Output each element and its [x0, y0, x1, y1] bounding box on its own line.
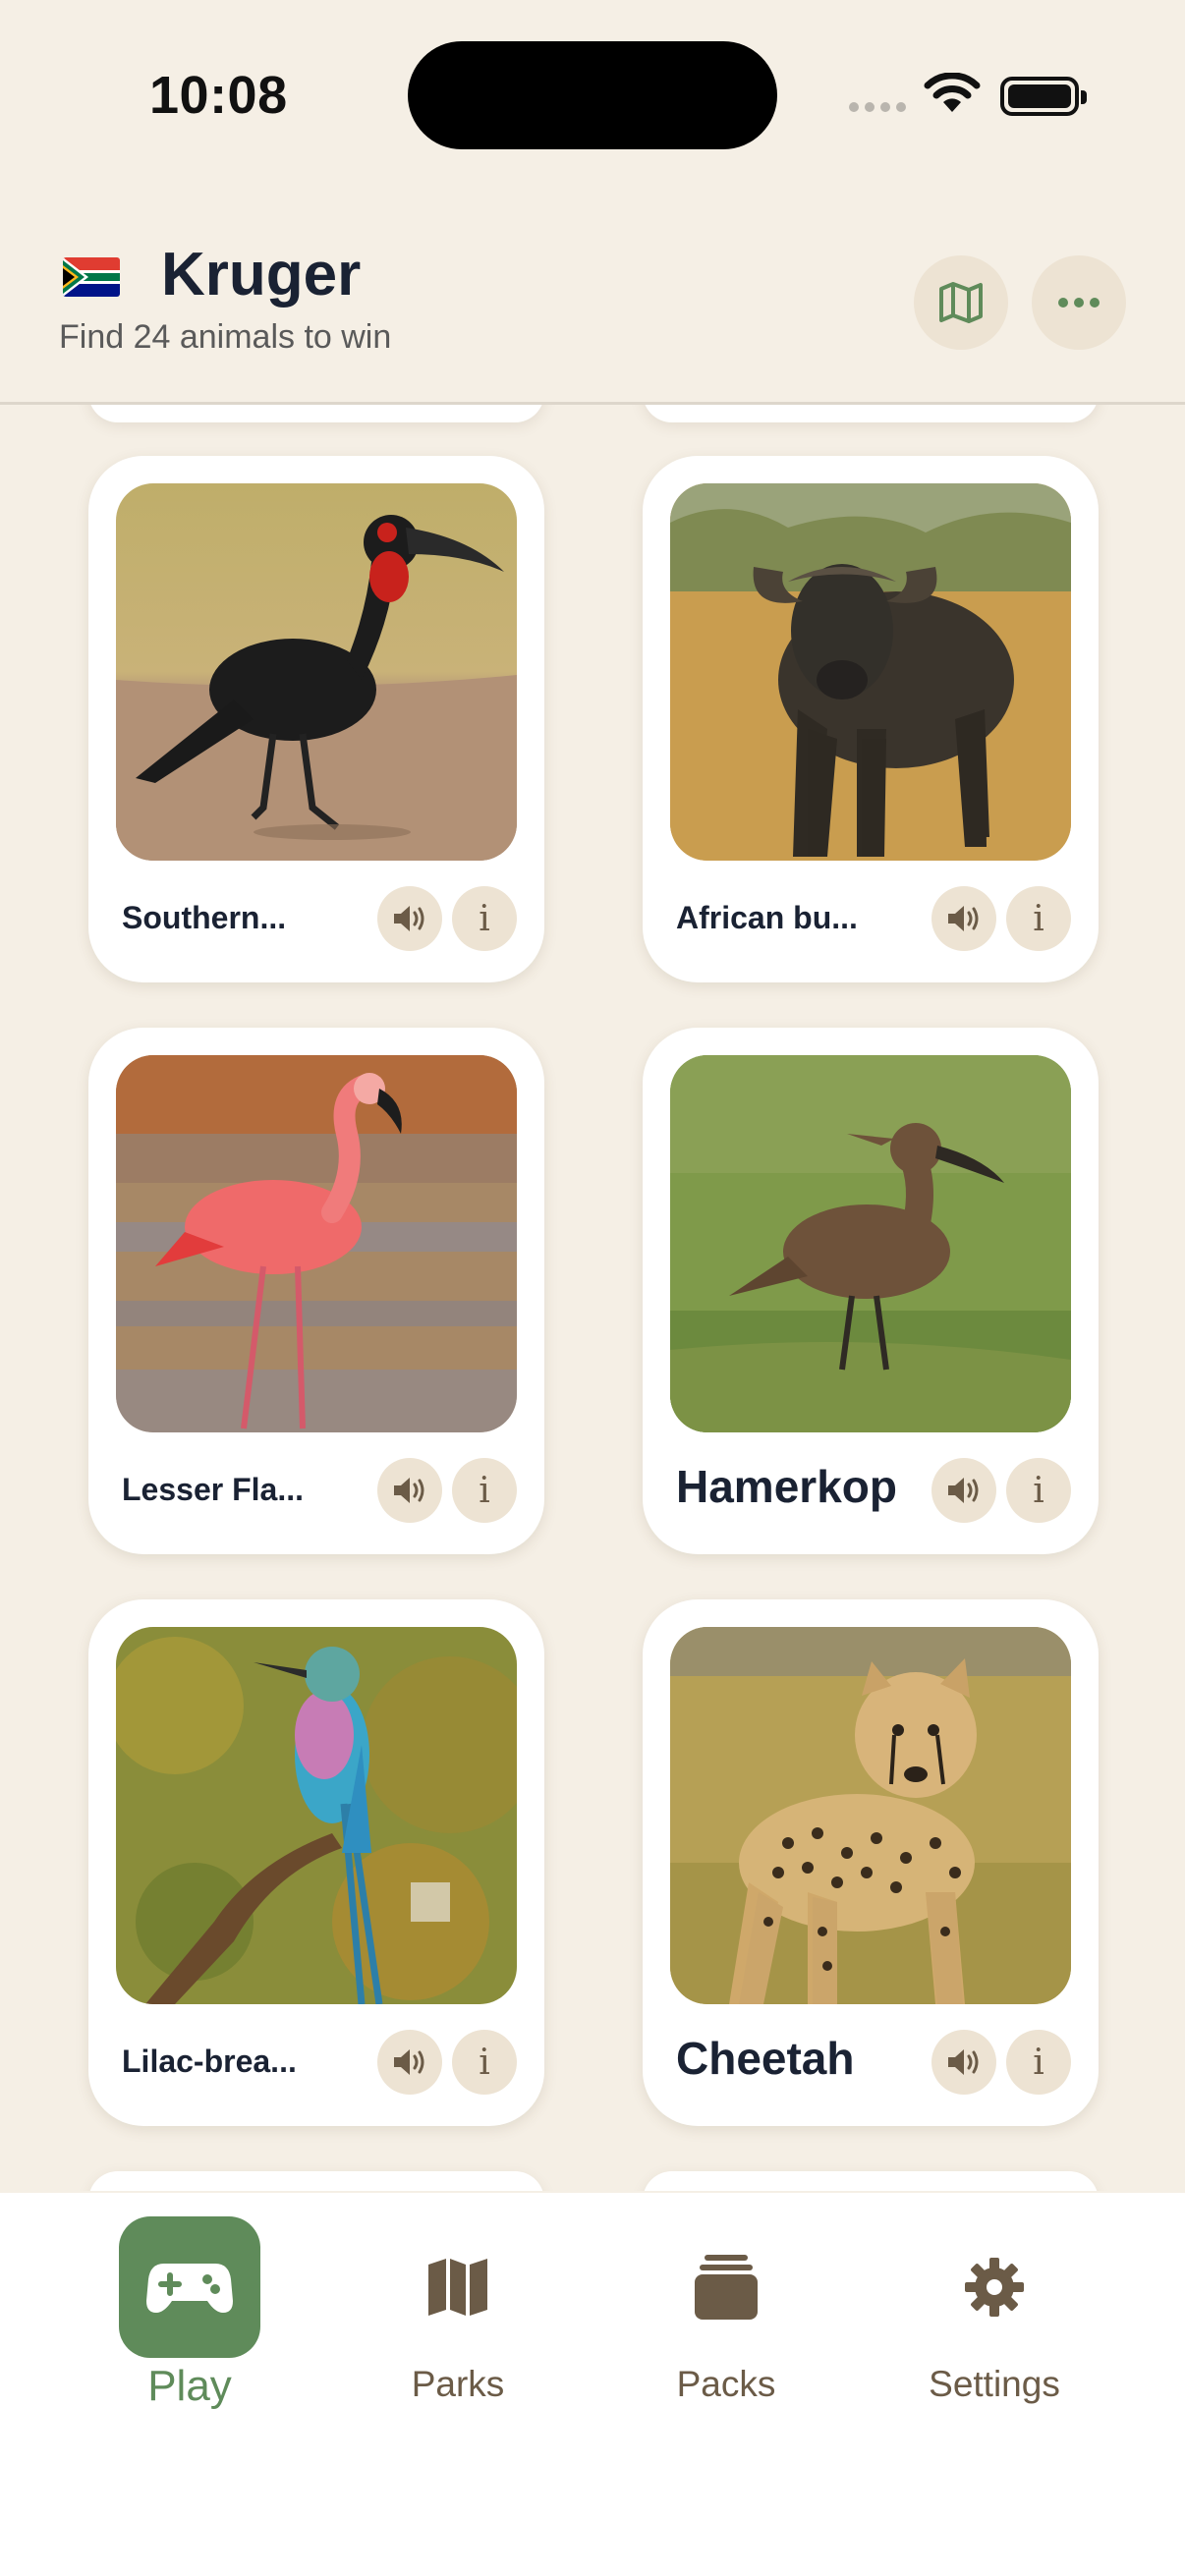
more-options-button[interactable] — [1032, 255, 1126, 350]
speaker-icon — [948, 906, 979, 931]
animal-photo-hamerkop — [670, 1055, 1071, 1432]
animal-photo-hornbill — [116, 483, 517, 861]
speaker-icon — [948, 2049, 979, 2075]
tab-label: Packs — [676, 2364, 776, 2404]
gear-icon — [924, 2216, 1065, 2358]
tab-bar: Play Parks Packs Settings — [0, 2193, 1185, 2576]
speaker-icon — [394, 906, 424, 931]
play-sound-button[interactable] — [377, 886, 442, 951]
info-button[interactable]: i — [452, 1458, 517, 1523]
animal-photo-cheetah — [670, 1627, 1071, 2004]
animal-card[interactable]: Lesser Fla... i — [88, 1028, 544, 1554]
animal-card[interactable]: Hamerkop i — [643, 1028, 1099, 1554]
info-button[interactable]: i — [1006, 1458, 1071, 1523]
card-partial — [88, 403, 544, 422]
info-button[interactable]: i — [1006, 886, 1071, 951]
dynamic-island — [408, 41, 777, 149]
stack-icon — [655, 2216, 797, 2358]
page-subtitle: Find 24 animals to win — [59, 318, 392, 356]
card-partial — [88, 2171, 544, 2191]
tab-play[interactable]: Play — [91, 2216, 288, 2411]
status-time: 10:08 — [149, 66, 288, 125]
battery-icon — [1000, 77, 1087, 116]
south-africa-flag-icon — [63, 257, 120, 297]
animal-name: Southern... — [122, 900, 287, 935]
animal-name: African bu... — [676, 900, 858, 935]
animal-card[interactable]: African bu... i — [643, 456, 1099, 982]
tab-label: Parks — [411, 2364, 505, 2404]
card-partial — [643, 403, 1099, 422]
tab-label: Settings — [929, 2364, 1060, 2404]
animal-photo-flamingo — [116, 1055, 517, 1432]
play-sound-button[interactable] — [377, 2030, 442, 2095]
card-partial — [643, 2171, 1099, 2191]
info-button[interactable]: i — [452, 886, 517, 951]
page-title: Kruger — [161, 241, 362, 308]
animal-name: Lilac-brea... — [122, 2044, 297, 2079]
play-sound-button[interactable] — [931, 2030, 996, 2095]
status-bar: 10:08 — [0, 0, 1185, 196]
speaker-icon — [394, 2049, 424, 2075]
map-icon — [387, 2216, 529, 2358]
animal-grid: Southern... i African bu... i Lesser Fla… — [0, 403, 1185, 2191]
map-button[interactable] — [914, 255, 1008, 350]
animal-photo-buffalo — [670, 483, 1071, 861]
animal-card[interactable]: Cheetah i — [643, 1599, 1099, 2126]
cellular-signal-icon — [849, 102, 906, 112]
tab-label: Play — [147, 2362, 232, 2410]
park-header: Kruger Find 24 animals to win — [0, 196, 1185, 405]
animal-name: Lesser Fla... — [122, 1472, 304, 1507]
animal-name: Cheetah — [676, 2033, 855, 2084]
speaker-icon — [948, 1478, 979, 1503]
tab-parks[interactable]: Parks — [360, 2216, 556, 2405]
animal-card[interactable]: Southern... i — [88, 456, 544, 982]
speaker-icon — [394, 1478, 424, 1503]
animal-name: Hamerkop — [676, 1461, 897, 1512]
more-icon — [1058, 298, 1100, 308]
animal-card[interactable]: Lilac-brea... i — [88, 1599, 544, 2126]
tab-settings[interactable]: Settings — [896, 2216, 1093, 2405]
play-sound-button[interactable] — [377, 1458, 442, 1523]
wifi-icon — [924, 73, 981, 112]
animal-photo-roller — [116, 1627, 517, 2004]
play-sound-button[interactable] — [931, 1458, 996, 1523]
tab-packs[interactable]: Packs — [628, 2216, 824, 2405]
info-button[interactable]: i — [1006, 2030, 1071, 2095]
map-icon — [939, 282, 983, 323]
play-sound-button[interactable] — [931, 886, 996, 951]
info-button[interactable]: i — [452, 2030, 517, 2095]
gamepad-icon — [119, 2216, 260, 2358]
